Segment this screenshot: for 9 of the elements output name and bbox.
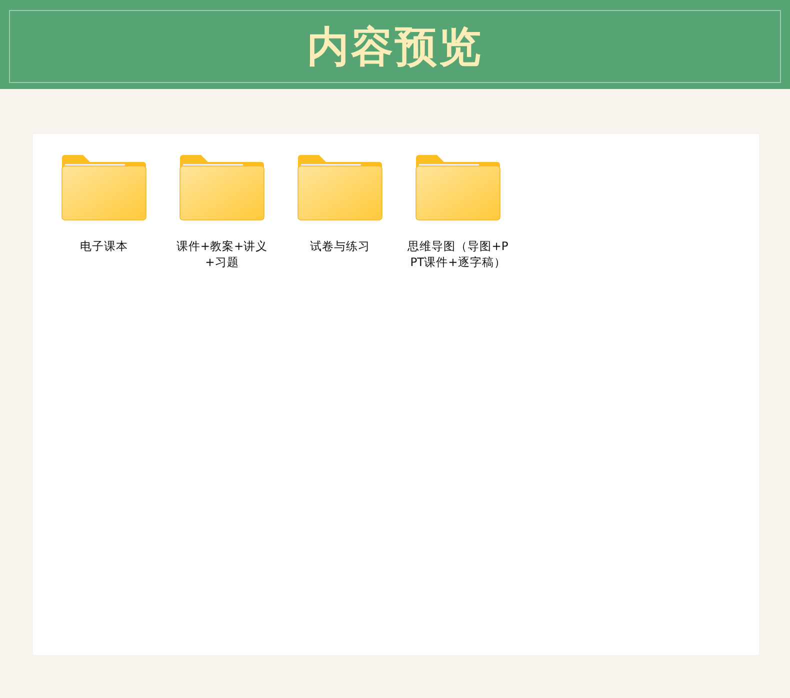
folder-icon[interactable] xyxy=(297,154,383,221)
page-title: 内容预览 xyxy=(307,24,483,72)
folder-icon[interactable] xyxy=(179,154,265,221)
folder-label[interactable]: 思维导图（导图+PPT课件+逐字稿） xyxy=(407,238,509,270)
folder-label[interactable]: 试卷与练习 xyxy=(289,238,391,254)
folder-label[interactable]: 电子课本 xyxy=(53,238,155,254)
folder-icon[interactable] xyxy=(415,154,501,221)
folder-label[interactable]: 课件+教案+讲义+习题 xyxy=(171,238,273,270)
folder-icon[interactable] xyxy=(61,154,147,221)
